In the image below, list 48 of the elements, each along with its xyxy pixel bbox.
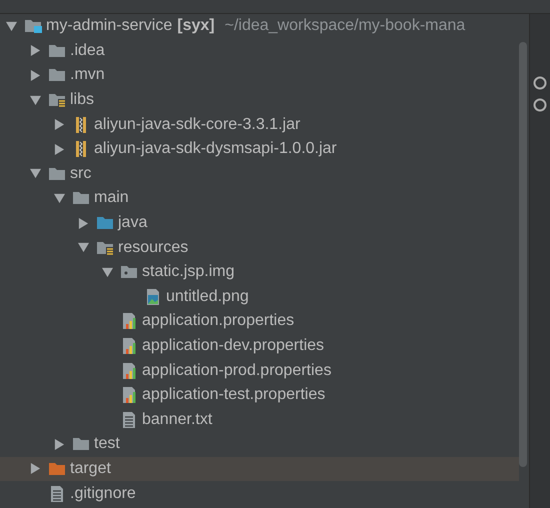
properties-file-icon xyxy=(120,337,138,356)
text-file-icon xyxy=(120,410,138,429)
text-file-icon xyxy=(48,484,66,503)
circle-icon[interactable] xyxy=(533,76,548,90)
tree-item-label[interactable]: application.properties xyxy=(142,312,294,330)
collapse-arrow-icon[interactable] xyxy=(78,242,89,254)
properties-file-icon xyxy=(120,362,138,380)
tree-item-label[interactable]: src xyxy=(70,164,92,183)
properties-file-icon xyxy=(120,386,138,404)
expand-arrow-icon[interactable] xyxy=(54,438,65,450)
tree-item-label[interactable]: static.jsp.img xyxy=(142,263,234,282)
tree-item-label[interactable]: my-admin-service xyxy=(46,17,172,36)
tree-item-label[interactable]: application-prod.properties xyxy=(142,362,332,380)
expand-arrow-icon[interactable] xyxy=(54,119,65,130)
expand-arrow-icon[interactable] xyxy=(30,45,41,56)
tree-item-label[interactable]: test xyxy=(94,435,120,454)
tree-item-label[interactable]: banner.txt xyxy=(142,410,212,429)
collapse-arrow-icon[interactable] xyxy=(30,168,41,180)
tree-item-label[interactable]: aliyun-java-sdk-core-3.3.1.jar xyxy=(94,116,300,134)
expand-arrow-icon[interactable] xyxy=(30,70,41,81)
collapse-arrow-icon[interactable] xyxy=(30,94,41,106)
tree-item-label[interactable]: resources xyxy=(118,238,188,257)
folder-icon xyxy=(48,91,66,110)
collapse-arrow-icon[interactable] xyxy=(6,20,17,32)
tree-item-label[interactable]: .mvn xyxy=(70,66,105,84)
tree-item-label[interactable]: untitled.png xyxy=(166,288,249,306)
folder-icon xyxy=(24,17,42,36)
tree-item-label[interactable]: .gitignore xyxy=(70,484,136,503)
expand-arrow-icon[interactable] xyxy=(78,218,89,229)
module-tag: [syx] xyxy=(177,17,215,36)
tree-item-label[interactable]: java xyxy=(118,214,148,232)
tree-item-label[interactable]: application-dev.properties xyxy=(142,337,324,356)
tree-item-label[interactable]: libs xyxy=(70,91,94,110)
tree-item-label[interactable]: target xyxy=(70,460,111,478)
tree-item-label[interactable]: main xyxy=(94,189,129,208)
expand-arrow-icon[interactable] xyxy=(54,144,65,155)
image-file-icon xyxy=(144,288,162,306)
tree-item-label[interactable]: application-test.properties xyxy=(142,386,326,404)
collapse-arrow-icon[interactable] xyxy=(54,192,65,204)
tree-item-label[interactable]: aliyun-java-sdk-dysmsapi-1.0.0.jar xyxy=(94,140,337,158)
module-path: ~/idea_workspace/my-book-mana xyxy=(224,17,466,36)
selected-row-highlight[interactable]: target xyxy=(0,456,520,482)
tree-item-label[interactable]: .idea xyxy=(70,42,105,60)
expand-arrow-icon[interactable] xyxy=(30,463,41,474)
collapse-arrow-icon[interactable] xyxy=(102,266,113,278)
properties-file-icon xyxy=(120,312,138,330)
circle-icon[interactable] xyxy=(533,98,548,112)
scrollbar-thumb[interactable] xyxy=(519,42,528,467)
